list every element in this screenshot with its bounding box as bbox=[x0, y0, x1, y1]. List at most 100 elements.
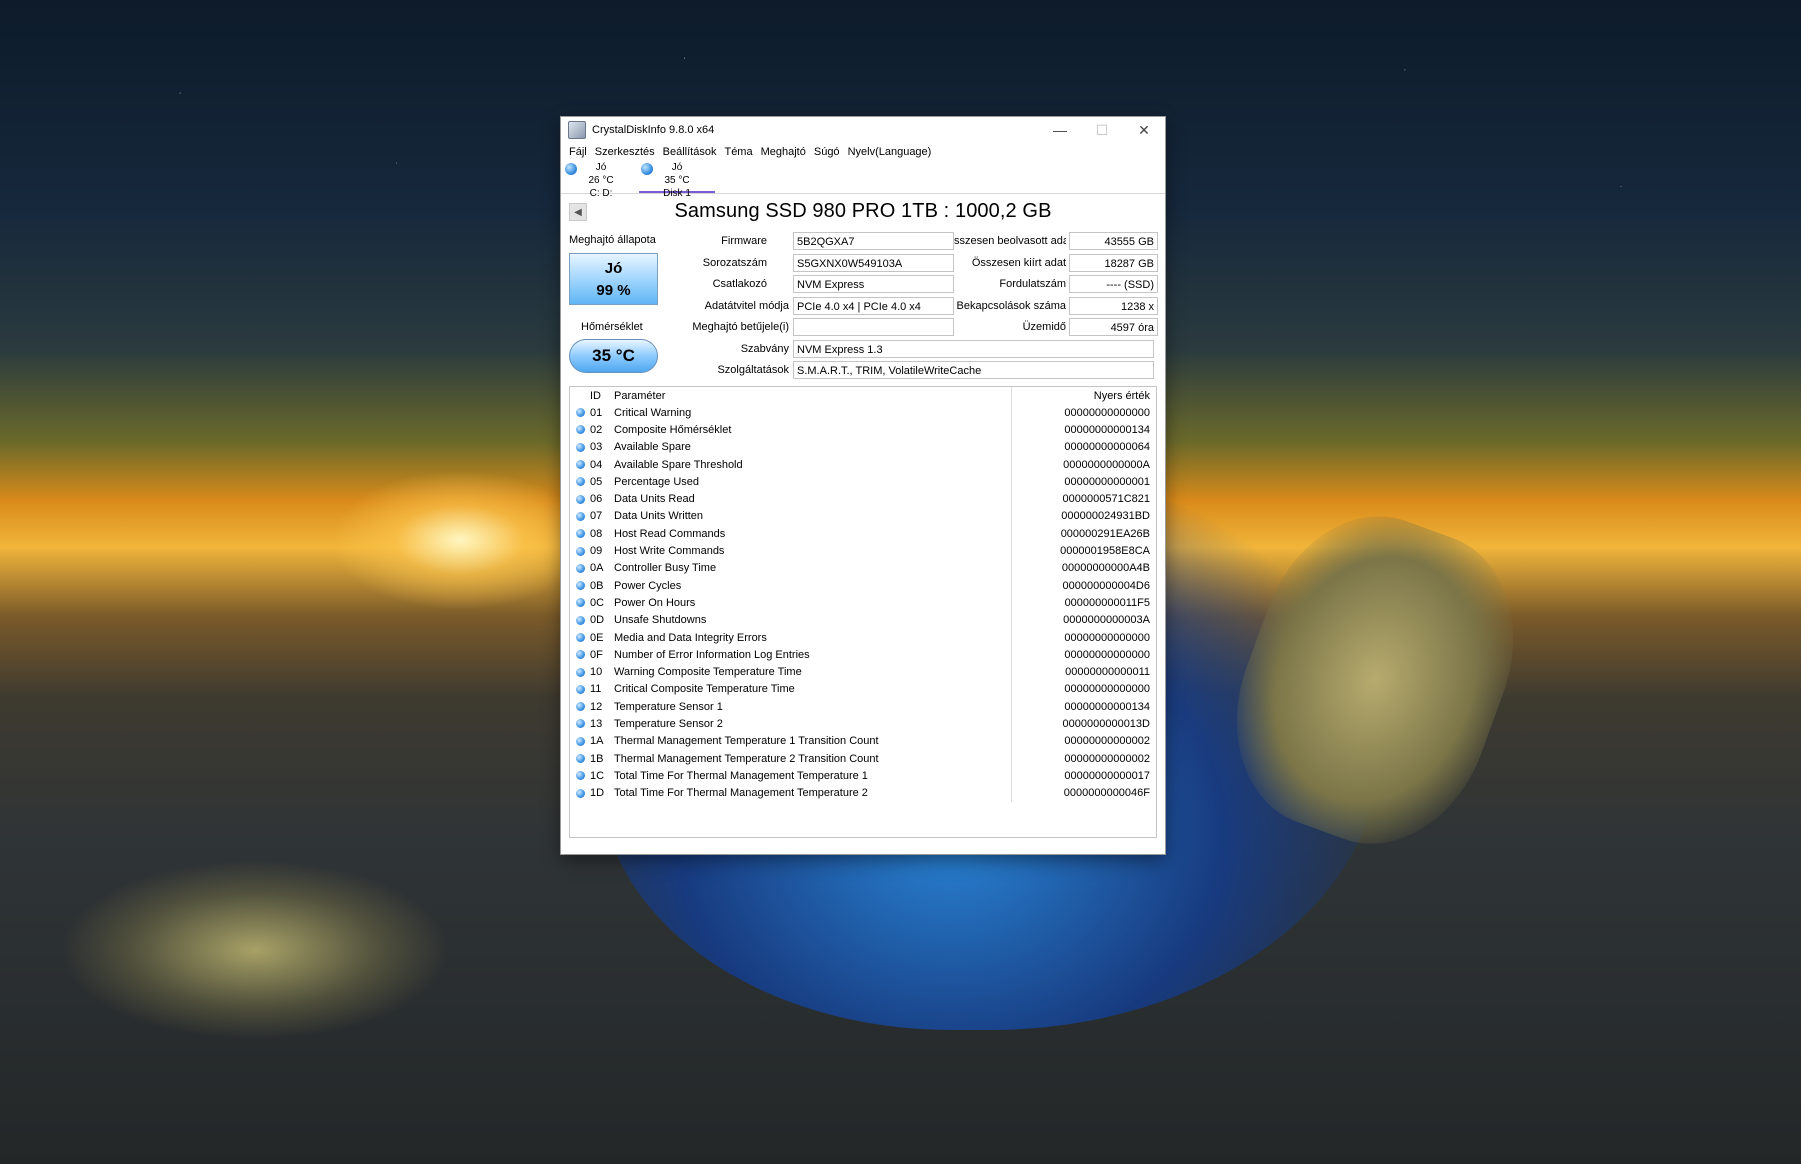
table-row[interactable]: 05 Percentage Used 00000000000001 bbox=[570, 473, 1156, 491]
status-dot-icon bbox=[570, 425, 590, 435]
smart-raw-value: 00000000000001 bbox=[1064, 475, 1150, 488]
table-row[interactable]: 0C Power On Hours 000000000011F5 bbox=[570, 594, 1156, 612]
smart-id: 04 bbox=[590, 458, 603, 471]
table-row[interactable]: 11 Critical Composite Temperature Time 000… bbox=[570, 680, 1156, 699]
smart-id: 0B bbox=[590, 579, 604, 592]
column-parameter[interactable]: Paraméter bbox=[614, 387, 1012, 404]
smart-parameter: Temperature Sensor 2 bbox=[614, 715, 1012, 733]
table-row[interactable]: 0F Number of Error Information Log Entrie… bbox=[570, 646, 1156, 664]
status-dot-icon bbox=[570, 771, 590, 781]
firmware-label: Firmware bbox=[721, 235, 767, 247]
status-dot-icon bbox=[570, 754, 590, 764]
table-row[interactable]: 08 Host Read Commands 000000291EA26B bbox=[570, 525, 1156, 543]
column-id[interactable]: ID bbox=[590, 390, 614, 402]
drive-letter-value bbox=[793, 318, 954, 336]
title-bar[interactable]: CrystalDiskInfo 9.8.0 x64 — ☐ ✕ bbox=[561, 117, 1165, 143]
smart-raw-value: 000000000011F5 bbox=[1064, 596, 1150, 609]
smart-raw-value: 0000001958E8CA bbox=[1060, 545, 1150, 558]
standard-value: NVM Express 1.3 bbox=[793, 340, 1154, 358]
smart-id: 02 bbox=[590, 423, 603, 436]
table-row[interactable]: 1D Total Time For Thermal Management Temp… bbox=[570, 784, 1156, 802]
smart-id: 0C bbox=[590, 596, 605, 609]
table-row[interactable]: 0A Controller Busy Time 00000000000A4B bbox=[570, 559, 1156, 577]
smart-parameter: Data Units Written bbox=[614, 507, 1012, 526]
status-dot-icon bbox=[570, 684, 590, 694]
column-raw-value[interactable]: Nyers érték bbox=[1012, 390, 1156, 402]
smart-raw-value: 00000000000017 bbox=[1064, 769, 1150, 782]
smart-raw-value: 00000000000002 bbox=[1064, 735, 1150, 748]
status-dot-icon bbox=[570, 477, 590, 487]
drive-letter-label: Meghajtó betűjele(i) bbox=[692, 321, 789, 333]
health-percent-text: 99 % bbox=[596, 282, 631, 299]
smart-id: 05 bbox=[590, 475, 603, 488]
table-row[interactable]: 0B Power Cycles 000000000004D6 bbox=[570, 576, 1156, 595]
table-row[interactable]: 06 Data Units Read 0000000571C821 bbox=[570, 490, 1156, 508]
smart-id: 10 bbox=[590, 666, 603, 679]
smart-table[interactable]: ID Paraméter Nyers érték 01 Critical Warn… bbox=[569, 386, 1157, 838]
menu-help[interactable]: Súgó bbox=[810, 146, 844, 158]
smart-raw-value: 0000000571C821 bbox=[1062, 493, 1150, 506]
status-dot-icon bbox=[570, 529, 590, 539]
menu-edit[interactable]: Szerkesztés bbox=[591, 146, 659, 158]
disk-tab-cd[interactable]: Jó 26 °C C: D: bbox=[563, 161, 639, 199]
smart-parameter: Host Write Commands bbox=[614, 542, 1012, 560]
smart-id: 1A bbox=[590, 735, 604, 748]
smart-raw-value: 0000000000000A bbox=[1063, 458, 1150, 471]
table-row[interactable]: 07 Data Units Written 000000024931BD bbox=[570, 507, 1156, 526]
menu-bar: Fájl Szerkesztés Beállítások Téma Meghaj… bbox=[561, 143, 1165, 161]
smart-id: 07 bbox=[590, 510, 603, 523]
drive-header: ◀ Samsung SSD 980 PRO 1TB : 1000,2 GB bbox=[561, 194, 1165, 224]
menu-language[interactable]: Nyelv(Language) bbox=[844, 146, 936, 158]
serial-value: S5GXNX0W549103A bbox=[793, 254, 954, 272]
health-status-badge[interactable]: Jó 99 % bbox=[569, 253, 658, 305]
smart-id: 08 bbox=[590, 527, 603, 540]
smart-id: 11 bbox=[590, 683, 602, 696]
smart-id: 0F bbox=[590, 648, 603, 661]
status-dot-icon bbox=[570, 736, 590, 746]
menu-file[interactable]: Fájl bbox=[565, 146, 591, 158]
status-dot-icon bbox=[570, 460, 590, 470]
close-button[interactable]: ✕ bbox=[1123, 117, 1165, 143]
maximize-button[interactable]: ☐ bbox=[1081, 117, 1123, 143]
smart-table-header: ID Paraméter Nyers érték bbox=[570, 387, 1156, 404]
smart-parameter: Percentage Used bbox=[614, 473, 1012, 491]
table-row[interactable]: 01 Critical Warning 00000000000000 bbox=[570, 404, 1156, 422]
menu-drive[interactable]: Meghajtó bbox=[757, 146, 810, 158]
table-row[interactable]: 04 Available Spare Threshold 0000000000000… bbox=[570, 455, 1156, 474]
table-row[interactable]: 0E Media and Data Integrity Errors 0000000… bbox=[570, 628, 1156, 647]
smart-raw-value: 0000000000046F bbox=[1063, 787, 1150, 800]
smart-parameter: Thermal Management Temperature 1 Transit… bbox=[614, 732, 1012, 750]
standard-label: Szabvány bbox=[740, 343, 789, 355]
smart-raw-value: 00000000000002 bbox=[1064, 752, 1150, 765]
disk-tab-temp: 26 °C bbox=[588, 175, 614, 186]
table-row[interactable]: 10 Warning Composite Temperature Time 0000… bbox=[570, 663, 1156, 681]
status-dot-icon bbox=[570, 667, 590, 677]
table-row[interactable]: 03 Available Spare 00000000000064 bbox=[570, 438, 1156, 456]
table-row[interactable]: 13 Temperature Sensor 2 0000000000013D bbox=[570, 715, 1156, 733]
status-dot-icon bbox=[570, 494, 590, 504]
menu-settings[interactable]: Beállítások bbox=[659, 146, 721, 158]
smart-parameter: Available Spare bbox=[614, 438, 1012, 456]
status-dot-icon bbox=[570, 702, 590, 712]
smart-parameter: Power On Hours bbox=[614, 594, 1012, 612]
table-row[interactable]: 02 Composite Hőmérséklet 00000000000134 bbox=[570, 421, 1156, 439]
table-row[interactable]: 12 Temperature Sensor 1 00000000000134 bbox=[570, 698, 1156, 716]
smart-parameter: Composite Hőmérséklet bbox=[614, 421, 1012, 439]
firmware-value: 5B2QGXA7 bbox=[793, 232, 954, 250]
smart-parameter: Unsafe Shutdowns bbox=[614, 611, 1012, 629]
smart-raw-value: 000000000004D6 bbox=[1062, 579, 1150, 592]
table-row[interactable]: 1C Total Time For Thermal Management Temp… bbox=[570, 767, 1156, 785]
table-row[interactable]: 0D Unsafe Shutdowns 0000000000003A bbox=[570, 611, 1156, 629]
smart-raw-value: 00000000000011 bbox=[1065, 666, 1150, 679]
smart-parameter: Total Time For Thermal Management Temper… bbox=[614, 767, 1012, 785]
smart-parameter: Host Read Commands bbox=[614, 525, 1012, 543]
menu-theme[interactable]: Téma bbox=[720, 146, 756, 158]
health-status-label: Meghajtó állapota bbox=[569, 234, 656, 246]
temperature-badge[interactable]: 35 °C bbox=[569, 339, 658, 373]
table-row[interactable]: 1B Thermal Management Temperature 2 Trans… bbox=[570, 749, 1156, 768]
minimize-button[interactable]: — bbox=[1039, 117, 1081, 143]
table-row[interactable]: 1A Thermal Management Temperature 1 Trans… bbox=[570, 732, 1156, 750]
disk-tab-disk1[interactable]: Jó 35 °C Disk 1 bbox=[639, 161, 715, 199]
power-on-hours-value: 4597 óra bbox=[1069, 318, 1158, 336]
table-row[interactable]: 09 Host Write Commands 0000001958E8CA bbox=[570, 542, 1156, 560]
